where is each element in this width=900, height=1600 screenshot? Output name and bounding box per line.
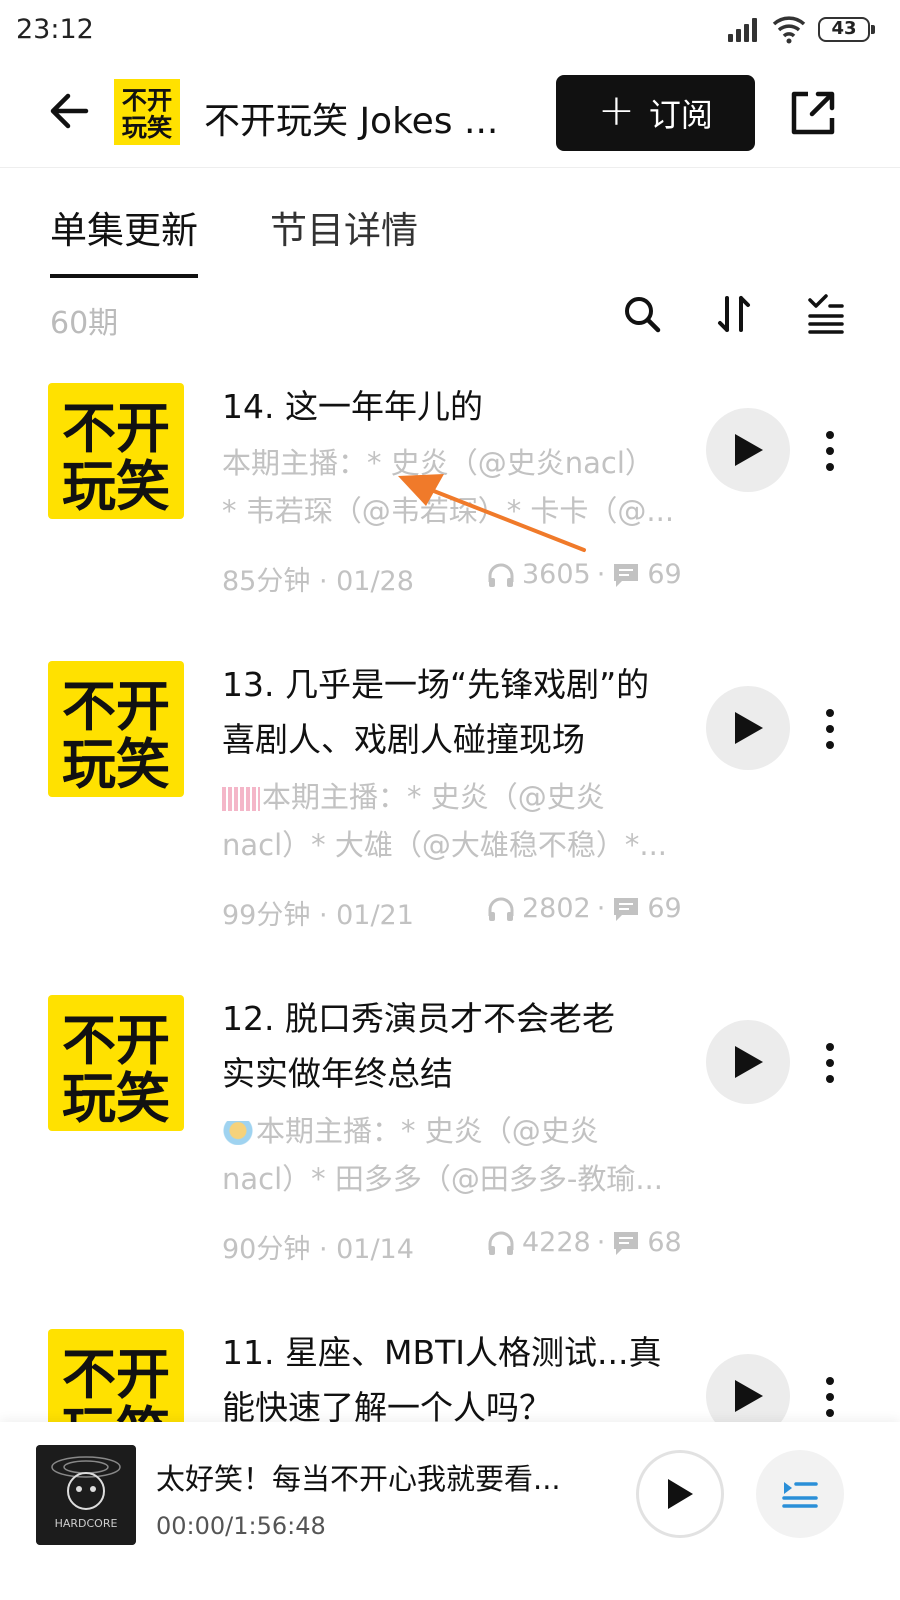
play-icon bbox=[735, 1046, 763, 1078]
comment-icon bbox=[614, 563, 639, 587]
play-count: 3605 bbox=[522, 559, 591, 590]
now-playing-cover: HARDCORE bbox=[36, 1445, 136, 1545]
comment-icon bbox=[614, 1231, 639, 1255]
comment-count: 69 bbox=[647, 559, 682, 590]
episode-title-line: 12. 脱口秀演员才不会老老 bbox=[222, 999, 615, 1038]
comment-icon bbox=[614, 897, 639, 921]
svg-text:不开: 不开 bbox=[62, 1009, 170, 1072]
episode-title-line: 11. 星座、MBTI人格测试...真 bbox=[222, 1333, 662, 1372]
episode-title: 12. 脱口秀演员才不会老老 实实做年终总结 bbox=[222, 991, 692, 1101]
play-button[interactable] bbox=[706, 686, 790, 770]
playlist-icon bbox=[782, 1482, 818, 1508]
svg-text:玩笑: 玩笑 bbox=[62, 733, 170, 796]
episode-item[interactable]: 不开 玩笑 13. 几乎是一场“先锋戏剧”的 喜剧人、戏剧人碰撞现场 本期主播：… bbox=[0, 661, 900, 941]
status-bar: 23:12 43 bbox=[0, 0, 900, 62]
episode-description: 本期主播：* 史炎（@史炎 nacl）* 田多多（@田多多-教瑜... bbox=[222, 1107, 692, 1203]
duration-date: 85分钟 · 01/28 bbox=[222, 566, 414, 597]
headphones-icon bbox=[488, 1231, 514, 1255]
episode-description-line: 本期主播：* 史炎（@史炎 bbox=[256, 1114, 599, 1148]
signal-icon bbox=[728, 18, 762, 42]
episode-description: 本期主播：* 史炎（@史炎 nacl）* 大雄（@大雄稳不稳）*... bbox=[222, 773, 692, 869]
more-options-icon[interactable] bbox=[818, 707, 842, 751]
back-arrow-icon[interactable] bbox=[44, 86, 94, 136]
episode-count: 60期 bbox=[50, 306, 119, 341]
episode-title-line: 13. 几乎是一场“先锋戏剧”的 bbox=[222, 665, 650, 704]
play-icon bbox=[735, 434, 763, 466]
play-count: 4228 bbox=[522, 1227, 591, 1258]
play-button[interactable] bbox=[706, 1354, 790, 1422]
plus-icon: + bbox=[598, 85, 635, 136]
meta-separator: · bbox=[596, 1227, 606, 1258]
episode-item[interactable]: 不开 玩笑 12. 脱口秀演员才不会老老 实实做年终总结 本期主播：* 史炎（@… bbox=[0, 995, 900, 1275]
subscribe-button[interactable]: + 订阅 bbox=[556, 75, 755, 151]
meta-separator: · bbox=[596, 559, 606, 590]
episode-cover: 不开 玩笑 bbox=[48, 995, 184, 1131]
duration-date: 90分钟 · 01/14 bbox=[222, 1234, 414, 1265]
episode-cover: 不开 玩笑 bbox=[48, 1329, 184, 1422]
svg-text:玩笑: 玩笑 bbox=[122, 113, 172, 142]
mini-play-button[interactable] bbox=[636, 1450, 724, 1538]
search-icon[interactable] bbox=[620, 292, 664, 336]
svg-text:不开: 不开 bbox=[62, 675, 170, 738]
mini-player[interactable]: HARDCORE 太好笑！每当不开心我就要看... 00:00/1:56:48 bbox=[0, 1422, 900, 1600]
headphones-icon bbox=[488, 897, 514, 921]
share-icon[interactable] bbox=[786, 86, 840, 140]
more-options-icon[interactable] bbox=[818, 429, 842, 473]
meta-separator: · bbox=[596, 893, 606, 924]
podcast-logo: 不开 玩笑 bbox=[114, 79, 180, 145]
play-count: 2802 bbox=[522, 893, 591, 924]
emoji-icon bbox=[222, 787, 260, 811]
comment-count: 69 bbox=[647, 893, 682, 924]
play-icon bbox=[735, 712, 763, 744]
episode-cover: 不开 玩笑 bbox=[48, 383, 184, 519]
duration-date: 99分钟 · 01/21 bbox=[222, 900, 414, 931]
svg-text:不开: 不开 bbox=[62, 1343, 170, 1406]
episode-description-line: nacl）* 大雄（@大雄稳不稳）*... bbox=[222, 828, 668, 862]
headphones-icon bbox=[488, 563, 514, 587]
svg-text:玩笑: 玩笑 bbox=[62, 1401, 170, 1422]
cover-text: HARDCORE bbox=[55, 1517, 118, 1530]
episode-title: 11. 星座、MBTI人格测试...真 能快速了解一个人吗？ bbox=[222, 1329, 692, 1422]
episode-title: 14. 这一年年儿的 bbox=[222, 387, 483, 426]
play-icon bbox=[668, 1479, 693, 1509]
svg-text:玩笑: 玩笑 bbox=[62, 1067, 170, 1130]
playlist-button[interactable] bbox=[756, 1450, 844, 1538]
episode-title-line: 喜剧人、戏剧人碰撞现场 bbox=[222, 720, 585, 759]
now-playing-time: 00:00/1:56:48 bbox=[156, 1512, 326, 1540]
svg-text:不开: 不开 bbox=[62, 397, 170, 460]
emoji-icon bbox=[222, 1121, 254, 1145]
sort-icon[interactable] bbox=[712, 292, 756, 336]
episode-item[interactable]: 不开 玩笑 11. 星座、MBTI人格测试...真 能快速了解一个人吗？ bbox=[0, 1329, 900, 1422]
tab-episodes[interactable]: 单集更新 bbox=[50, 200, 198, 278]
episode-title: 13. 几乎是一场“先锋戏剧”的 喜剧人、戏剧人碰撞现场 bbox=[222, 657, 692, 767]
more-options-icon[interactable] bbox=[818, 1375, 842, 1419]
episode-description-line: 本期主播：* 史炎（@史炎 bbox=[262, 780, 605, 814]
status-time: 23:12 bbox=[16, 14, 94, 45]
svg-text:玩笑: 玩笑 bbox=[62, 455, 170, 518]
more-options-icon[interactable] bbox=[818, 1041, 842, 1085]
header-bar: 不开 玩笑 不开玩笑 Jokes ... + 订阅 bbox=[0, 62, 900, 168]
svg-text:不开: 不开 bbox=[122, 86, 172, 115]
now-playing-title: 太好笑！每当不开心我就要看... bbox=[156, 1462, 561, 1496]
annotation-arrow-icon bbox=[398, 474, 586, 552]
episode-title-line: 能快速了解一个人吗？ bbox=[222, 1388, 552, 1422]
filter-list-icon[interactable] bbox=[804, 292, 848, 336]
comment-count: 68 bbox=[647, 1227, 682, 1258]
episode-cover: 不开 玩笑 bbox=[48, 661, 184, 797]
tab-details[interactable]: 节目详情 bbox=[270, 200, 418, 254]
play-icon bbox=[735, 1380, 763, 1412]
episode-description-line: nacl）* 田多多（@田多多-教瑜... bbox=[222, 1162, 663, 1196]
play-button[interactable] bbox=[706, 1020, 790, 1104]
episode-title-line: 实实做年终总结 bbox=[222, 1054, 453, 1093]
podcast-title: 不开玩笑 Jokes ... bbox=[204, 101, 499, 142]
subscribe-label: 订阅 bbox=[648, 96, 713, 134]
battery-indicator: 43 bbox=[818, 17, 875, 42]
play-button[interactable] bbox=[706, 408, 790, 492]
wifi-icon bbox=[772, 16, 806, 44]
